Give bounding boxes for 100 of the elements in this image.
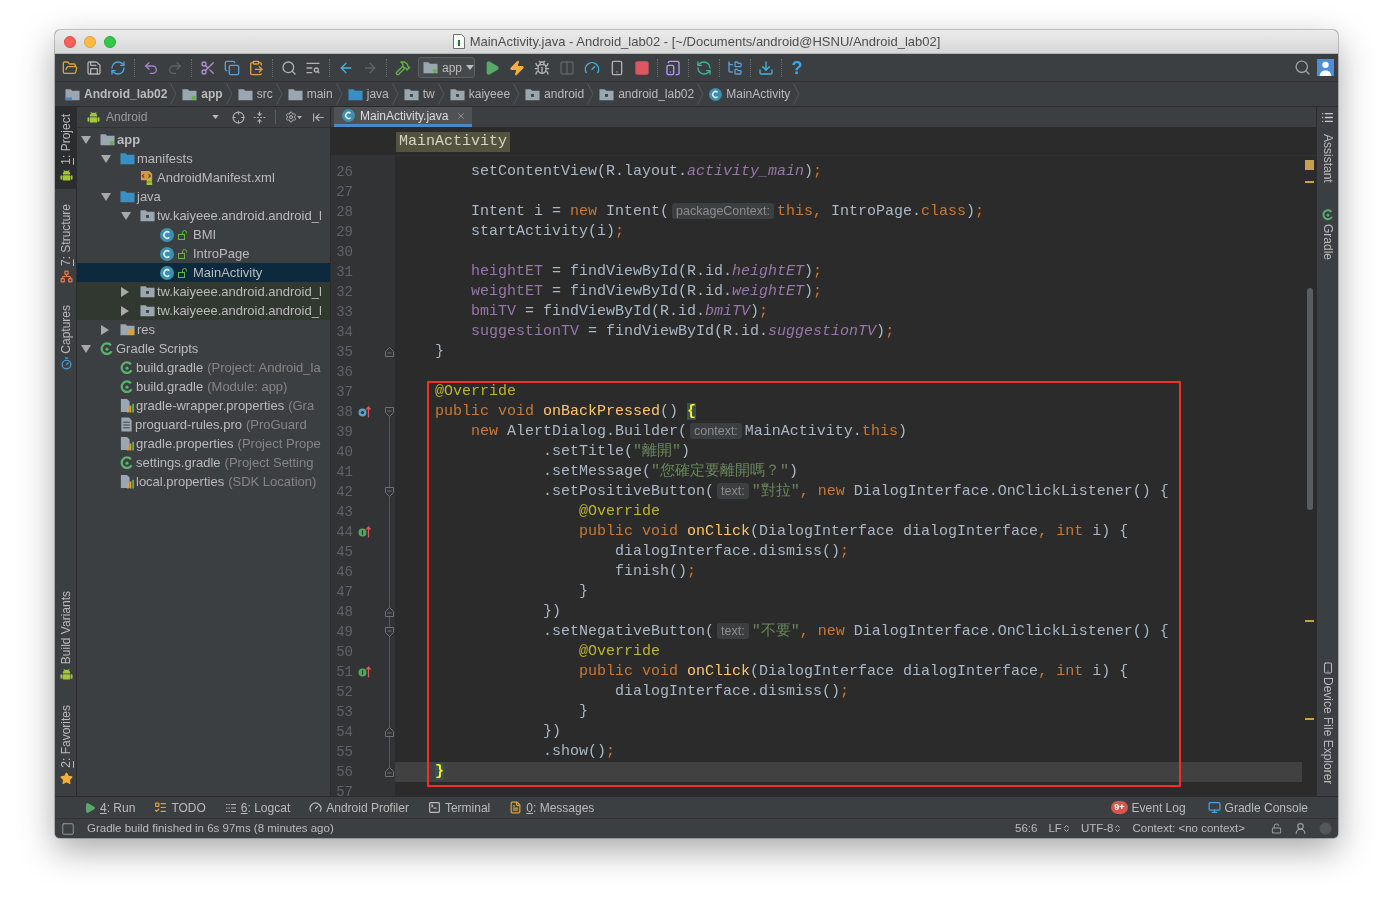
tool-window-tab[interactable]: Captures bbox=[55, 297, 77, 378]
breadcrumb-item[interactable]: MainActivity bbox=[709, 85, 791, 103]
breadcrumb-item[interactable]: main bbox=[287, 85, 333, 103]
view-selector[interactable]: Android bbox=[87, 108, 222, 126]
save-icon[interactable] bbox=[86, 59, 102, 76]
search-icon[interactable] bbox=[281, 59, 297, 76]
lock-icon[interactable] bbox=[1271, 823, 1282, 834]
caret-position[interactable]: 56:6 bbox=[1015, 819, 1038, 838]
tool-window-tab[interactable]: 7: Structure bbox=[55, 196, 77, 290]
tool-window-tab[interactable]: Gradle bbox=[1317, 202, 1338, 266]
caret-right-icon[interactable] bbox=[121, 305, 129, 316]
sync-icon[interactable] bbox=[110, 59, 126, 76]
collapse-icon[interactable] bbox=[253, 110, 266, 124]
list-icon[interactable] bbox=[1321, 111, 1334, 124]
stop-icon[interactable] bbox=[633, 59, 650, 76]
lightning-icon[interactable] bbox=[508, 59, 525, 76]
class-breadcrumb[interactable]: MainActivity bbox=[396, 131, 511, 152]
user-avatar-icon[interactable] bbox=[1317, 59, 1334, 76]
breadcrumb-item[interactable]: app bbox=[182, 85, 223, 103]
fold-marker-icon[interactable] bbox=[385, 627, 394, 637]
breadcrumb-item[interactable]: tw bbox=[403, 85, 435, 103]
tree-item[interactable]: tw.kaiyeee.android.android_l bbox=[77, 206, 330, 225]
search-icon[interactable] bbox=[1294, 59, 1311, 76]
sync-icon[interactable] bbox=[696, 59, 712, 76]
tree-item[interactable]: gradle-wrapper.properties (Gra bbox=[77, 396, 330, 415]
fold-marker-icon[interactable] bbox=[385, 767, 394, 777]
undo-icon[interactable] bbox=[143, 59, 159, 76]
tree-item[interactable]: BMI bbox=[77, 225, 330, 244]
caret-right-icon[interactable] bbox=[121, 286, 129, 297]
run-configuration-dropdown[interactable]: app bbox=[418, 57, 475, 78]
breadcrumb-item[interactable]: src bbox=[237, 85, 273, 103]
tree-item[interactable]: build.gradle (Project: Android_la bbox=[77, 358, 330, 377]
tree-item[interactable]: manifests bbox=[77, 149, 330, 168]
breadcrumb-item[interactable]: Android_lab02 bbox=[65, 85, 168, 103]
tool-window-tab[interactable]: Assistant bbox=[1317, 128, 1338, 189]
tool-window-button[interactable]: 9+ Event Log bbox=[1111, 798, 1186, 817]
breadcrumb-item[interactable]: java bbox=[347, 85, 389, 103]
tree-item[interactable]: app bbox=[77, 130, 330, 149]
tree-item[interactable]: java bbox=[77, 187, 330, 206]
tool-window-tab[interactable]: 1: Project bbox=[55, 107, 77, 189]
tool-window-tab[interactable]: Device File Explorer bbox=[1317, 655, 1338, 790]
copy-icon[interactable] bbox=[224, 59, 240, 76]
bug-icon[interactable] bbox=[533, 59, 550, 76]
fold-marker-icon[interactable] bbox=[385, 607, 394, 617]
square-icon[interactable] bbox=[61, 821, 75, 836]
hammer-icon[interactable] bbox=[395, 59, 411, 76]
tree-item[interactable]: MainActivity bbox=[77, 263, 330, 282]
fold-marker-icon[interactable] bbox=[385, 407, 394, 417]
context-label[interactable]: Context: <no context> bbox=[1132, 819, 1245, 838]
tree-item[interactable]: tw.kaiyeee.android.android_l bbox=[77, 301, 330, 320]
breadcrumb-item[interactable]: android bbox=[525, 85, 585, 103]
tool-window-button[interactable]: Gradle Console bbox=[1207, 798, 1308, 817]
tree-item[interactable]: IntroPage bbox=[77, 244, 330, 263]
tool-window-tab[interactable]: Build Variants bbox=[55, 584, 77, 689]
window-zoom-icon[interactable] bbox=[104, 35, 116, 48]
tree-item[interactable]: local.properties (SDK Location) bbox=[77, 472, 330, 491]
tree-item[interactable]: proguard-rules.pro (ProGuard bbox=[77, 415, 330, 434]
caret-right-icon[interactable] bbox=[101, 324, 109, 335]
tool-window-button[interactable]: Android Profiler bbox=[309, 798, 409, 817]
tool-window-button[interactable]: 6: Logcat bbox=[224, 798, 291, 817]
scrollbar-thumb[interactable] bbox=[1307, 288, 1313, 510]
fold-marker-icon[interactable] bbox=[385, 487, 394, 497]
tool-window-button[interactable]: 4: Run bbox=[84, 798, 136, 817]
download-icon[interactable] bbox=[758, 59, 774, 76]
scissors-icon[interactable] bbox=[200, 59, 216, 76]
crosshair-icon[interactable] bbox=[232, 110, 245, 124]
editor-tab[interactable]: MainActivity.java bbox=[334, 107, 473, 127]
tree-item[interactable]: tw.kaiyeee.android.android_l bbox=[77, 282, 330, 301]
breadcrumb-item[interactable]: android_lab02 bbox=[599, 85, 695, 103]
tool-window-tab[interactable]: 2: Favorites bbox=[55, 698, 77, 792]
tool-window-button[interactable]: 0: Messages bbox=[509, 798, 595, 817]
tree-item[interactable]: settings.gradle (Project Setting bbox=[77, 453, 330, 472]
override-marker-icon[interactable] bbox=[357, 406, 371, 418]
close-icon[interactable] bbox=[456, 110, 467, 121]
tree-item[interactable]: build.gradle (Module: app) bbox=[77, 377, 330, 396]
tree-item[interactable]: Gradle Scripts bbox=[77, 339, 330, 358]
settings-icon[interactable] bbox=[285, 111, 297, 123]
tree-item[interactable]: res bbox=[77, 320, 330, 339]
tool-window-button[interactable]: TODO bbox=[154, 798, 206, 817]
encoding-selector[interactable]: UTF-8 bbox=[1080, 819, 1123, 838]
gauge-icon[interactable] bbox=[583, 59, 600, 76]
breadcrumb-item[interactable]: kaiyeee bbox=[449, 85, 511, 103]
person-icon[interactable] bbox=[1294, 822, 1307, 835]
implement-marker-icon[interactable] bbox=[357, 666, 371, 678]
clipboard-icon[interactable] bbox=[248, 59, 264, 76]
tree-item[interactable]: AndroidManifest.xml bbox=[77, 168, 330, 187]
help-button[interactable]: ? bbox=[785, 55, 809, 80]
fold-marker-icon[interactable] bbox=[385, 727, 394, 737]
folder-tree-icon[interactable] bbox=[727, 59, 743, 76]
fold-marker-icon[interactable] bbox=[385, 347, 394, 357]
arrow-to-line-icon[interactable] bbox=[312, 110, 325, 124]
caret-down-icon[interactable] bbox=[81, 344, 91, 353]
tool-window-button[interactable]: Terminal bbox=[427, 798, 491, 817]
implement-marker-icon[interactable] bbox=[357, 526, 371, 538]
line-separator-selector[interactable]: LF bbox=[1048, 819, 1071, 838]
tree-item[interactable]: gradle.properties (Project Prope bbox=[77, 434, 330, 453]
folder-icon[interactable] bbox=[62, 59, 78, 76]
chevron-icon bbox=[275, 83, 283, 105]
window-close-icon[interactable] bbox=[64, 35, 76, 48]
devices-icon[interactable] bbox=[665, 59, 681, 76]
